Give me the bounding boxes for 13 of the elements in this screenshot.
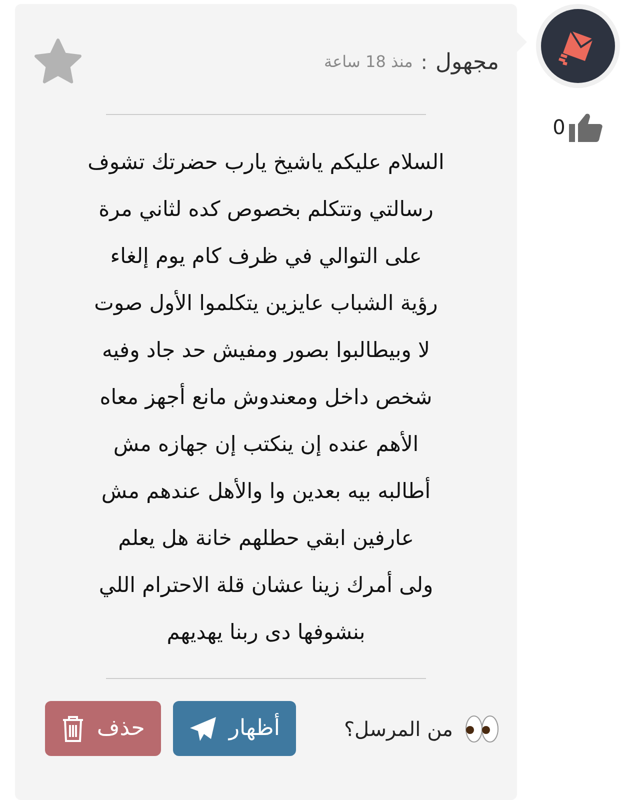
delete-button[interactable]: حذف [44,701,161,756]
author-name: مجهول [436,48,499,76]
sender-question: من المرسل؟ [344,716,453,743]
post-time: منذ 18 ساعة [324,51,413,73]
trash-icon [60,714,85,742]
paper-plane-icon [188,716,217,742]
message-text: السلام عليكم ياشيخ يارب حضرتك تشوف رسالتي وتتكلم بخصوص كده لثاني مرة على التوالي في ظرف كام يوم إلغاء رؤية الشباب عايزين يتكلموا الأول صوت لا وبيطالبوا بصور ومفيش حد جاد وفيه شخص داخل ومعندوش مانع أجهز معاه الأهم عنده إن ينكتب إن جهازه مش أطالبه بيه بعدين وا والأهل عندهم مش عارفين ابقي حطلهم خانة هل يعلم ولى أمرك زينا عشان قلة الاحترام اللي بنشوفها دى ربنا يهديهم [86,149,446,646]
thumbs-up-icon[interactable] [569,112,604,142]
eyes-icon [465,714,499,742]
separator: : [420,49,428,76]
like-count: 0 [552,114,566,141]
star-icon[interactable] [33,38,83,86]
reveal-button[interactable]: أظهار [172,701,296,756]
